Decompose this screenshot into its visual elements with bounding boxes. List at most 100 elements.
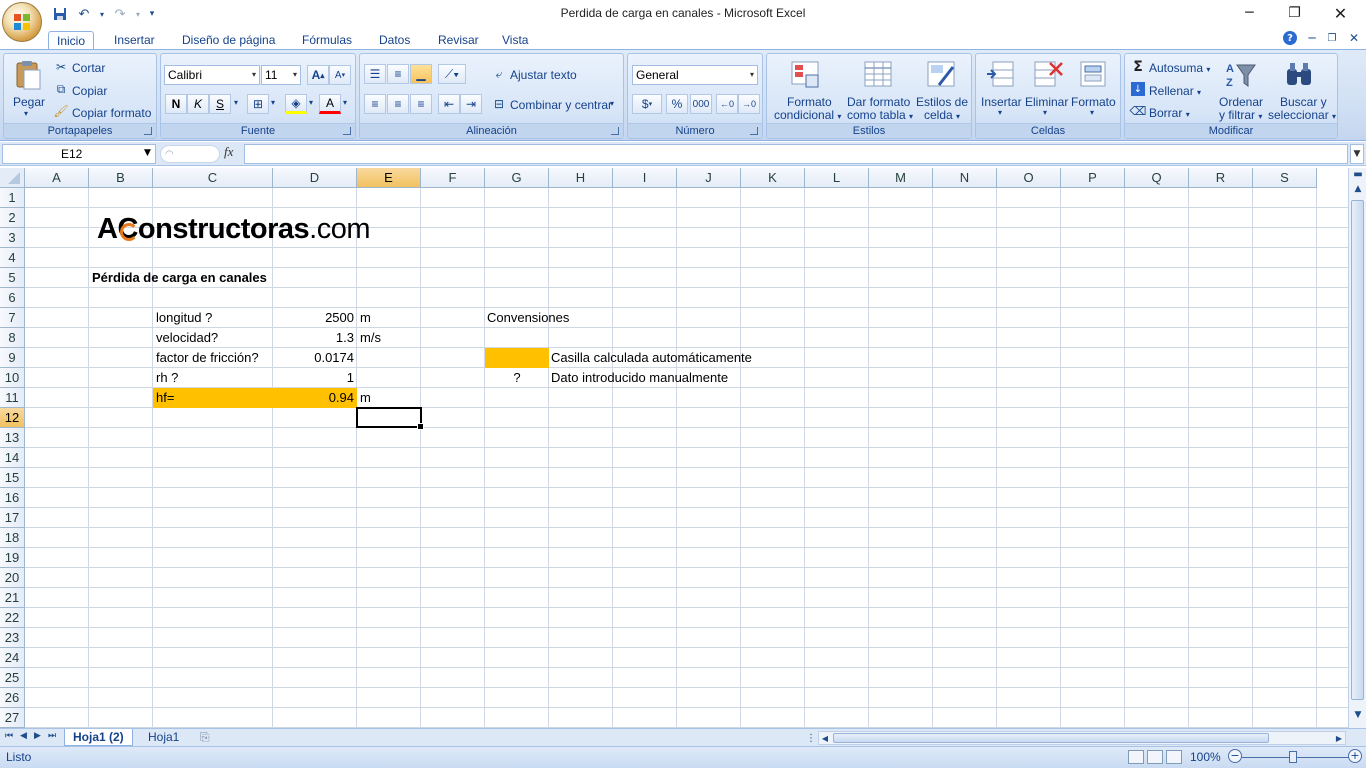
zoom-slider-thumb[interactable]: [1289, 751, 1297, 763]
column-header-g[interactable]: G: [485, 168, 549, 188]
page-break-view-icon[interactable]: [1166, 750, 1182, 764]
format-as-table-label-2[interactable]: como tabla ▾: [847, 108, 913, 122]
borders-icon[interactable]: ⊞: [247, 94, 269, 114]
row-header-12[interactable]: 12: [0, 408, 25, 428]
office-button[interactable]: [2, 2, 42, 42]
tab-datos[interactable]: Datos: [371, 31, 418, 51]
increase-indent-icon[interactable]: ⇥: [460, 94, 482, 114]
horizontal-scroll-thumb[interactable]: [833, 733, 1269, 743]
horizontal-scrollbar[interactable]: ◀ ▶: [818, 731, 1346, 745]
cell-c8[interactable]: velocidad?: [153, 328, 273, 348]
first-sheet-icon[interactable]: ⏮: [5, 731, 13, 741]
cell-e8[interactable]: m/s: [357, 328, 421, 348]
column-header-c[interactable]: C: [153, 168, 273, 188]
row-header-3[interactable]: 3: [0, 228, 25, 248]
font-color-dropdown-icon[interactable]: ▾: [343, 98, 347, 107]
font-color-icon[interactable]: A: [319, 94, 341, 114]
row-header-8[interactable]: 8: [0, 328, 25, 348]
cell-d7[interactable]: 2500: [273, 308, 357, 328]
page-layout-view-icon[interactable]: [1147, 750, 1163, 764]
split-box-icon[interactable]: ▬: [1351, 168, 1365, 180]
column-header-h[interactable]: H: [549, 168, 613, 188]
formula-bar-collapse-icon[interactable]: ◠: [160, 145, 220, 163]
worksheet-grid[interactable]: ABCDEFGHIJKLMNOPQRS 1 2 3 4 5 6 7 8 9 10 11 12 13 14 1…: [0, 168, 1348, 728]
expand-formula-bar-icon[interactable]: ▼: [1350, 144, 1364, 164]
column-header-p[interactable]: P: [1061, 168, 1125, 188]
row-header-14[interactable]: 14: [0, 448, 25, 468]
column-header-f[interactable]: F: [421, 168, 485, 188]
row-header-19[interactable]: 19: [0, 548, 25, 568]
align-left-icon[interactable]: ≡: [364, 94, 386, 114]
scroll-up-icon[interactable]: ▲: [1351, 182, 1365, 196]
row-header-26[interactable]: 26: [0, 688, 25, 708]
align-middle-icon[interactable]: ≡: [387, 64, 409, 84]
column-header-r[interactable]: R: [1189, 168, 1253, 188]
row-header-21[interactable]: 21: [0, 588, 25, 608]
row-header-7[interactable]: 7: [0, 308, 25, 328]
conditional-format-label-1[interactable]: Formato: [787, 95, 832, 109]
column-header-k[interactable]: K: [741, 168, 805, 188]
sort-filter-label-1[interactable]: Ordenar: [1219, 95, 1263, 109]
underline-button[interactable]: S: [209, 94, 231, 114]
row-header-17[interactable]: 17: [0, 508, 25, 528]
next-sheet-icon[interactable]: ▶: [34, 731, 41, 741]
format-dropdown-icon[interactable]: ▾: [1090, 108, 1094, 117]
row-header-2[interactable]: 2: [0, 208, 25, 228]
decrease-indent-icon[interactable]: ⇤: [438, 94, 460, 114]
paste-dropdown-icon[interactable]: ▾: [24, 109, 28, 118]
cell-c11[interactable]: hf=: [153, 388, 273, 408]
scroll-right-icon[interactable]: ▶: [1333, 732, 1345, 744]
dialog-launcher-icon[interactable]: [343, 127, 351, 135]
format-painter-button[interactable]: Copiar formato: [72, 106, 151, 120]
row-header-1[interactable]: 1: [0, 188, 25, 208]
cell-styles-label-1[interactable]: Estilos de: [916, 95, 968, 109]
column-header-q[interactable]: Q: [1125, 168, 1189, 188]
merge-center-button[interactable]: Combinar y centrar: [510, 98, 612, 112]
cell-c9[interactable]: factor de fricción?: [153, 348, 273, 368]
select-all-corner[interactable]: [0, 168, 25, 188]
fill-color-icon[interactable]: ◈: [285, 94, 307, 114]
legend-calculated-swatch[interactable]: [485, 348, 549, 368]
row-header-25[interactable]: 25: [0, 668, 25, 688]
cut-button[interactable]: Cortar: [72, 61, 105, 75]
tab-diseno-pagina[interactable]: Diseño de página: [174, 31, 283, 51]
zoom-slider-track[interactable]: [1242, 757, 1352, 758]
row-header-4[interactable]: 4: [0, 248, 25, 268]
name-box-dropdown-icon[interactable]: ▼: [144, 148, 151, 158]
find-select-label-2[interactable]: seleccionar ▾: [1268, 108, 1336, 122]
fill-color-dropdown-icon[interactable]: ▾: [309, 98, 313, 107]
align-right-icon[interactable]: ≡: [410, 94, 432, 114]
cell-e11[interactable]: m: [357, 388, 421, 408]
formula-input[interactable]: [244, 144, 1348, 164]
cell-styles-label-2[interactable]: celda ▾: [924, 108, 960, 122]
row-header-16[interactable]: 16: [0, 488, 25, 508]
paste-icon[interactable]: [12, 59, 44, 91]
tab-inicio[interactable]: Inicio: [48, 31, 95, 51]
number-format-select[interactable]: General ▾: [632, 65, 758, 85]
scroll-left-icon[interactable]: ◀: [819, 732, 831, 744]
row-header-24[interactable]: 24: [0, 648, 25, 668]
column-header-o[interactable]: O: [997, 168, 1061, 188]
bold-button[interactable]: N: [165, 94, 187, 114]
format-cells-button[interactable]: Formato: [1071, 95, 1116, 109]
paste-button[interactable]: Pegar: [13, 95, 45, 109]
row-header-11[interactable]: 11: [0, 388, 25, 408]
align-center-icon[interactable]: ≡: [387, 94, 409, 114]
row-header-22[interactable]: 22: [0, 608, 25, 628]
dialog-launcher-icon[interactable]: [611, 127, 619, 135]
zoom-in-icon[interactable]: +: [1348, 749, 1362, 763]
percent-button[interactable]: %: [666, 94, 688, 114]
tab-formulas[interactable]: Fórmulas: [294, 31, 360, 51]
thousands-button[interactable]: 000: [690, 94, 712, 114]
name-box[interactable]: E12: [2, 144, 156, 164]
row-header-6[interactable]: 6: [0, 288, 25, 308]
column-header-j[interactable]: J: [677, 168, 741, 188]
insert-dropdown-icon[interactable]: ▾: [998, 108, 1002, 117]
sort-filter-label-2[interactable]: y filtrar ▾: [1219, 108, 1262, 122]
insert-cells-button[interactable]: Insertar: [981, 95, 1022, 109]
row-header-15[interactable]: 15: [0, 468, 25, 488]
column-header-d[interactable]: D: [273, 168, 357, 188]
prev-sheet-icon[interactable]: ◀: [20, 731, 27, 741]
ribbon-minimize-icon[interactable]: ─: [1305, 31, 1319, 45]
cell-c10[interactable]: rh ?: [153, 368, 273, 388]
